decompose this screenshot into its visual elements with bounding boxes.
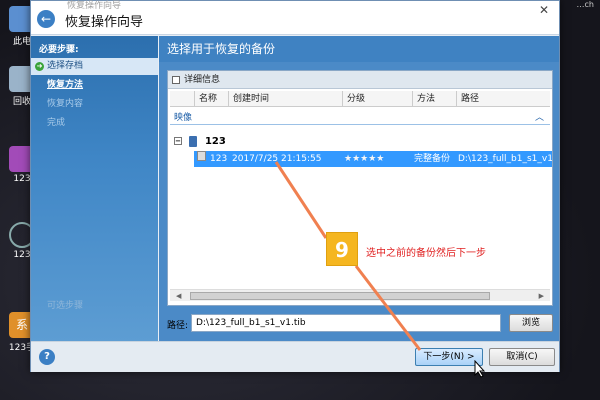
backup-name: 123 (210, 154, 228, 164)
path-label: 路径: (167, 321, 189, 331)
table-row[interactable]: 123 2017/7/25 21:15:55 ★★★★★ 完整备份 D:\123… (194, 151, 552, 167)
restore-wizard-window: 恢复操作向导 ← 恢复操作向导 ✕ 必要步骤: ➜ 选择存档 恢复方法 恢复内容… (30, 0, 560, 372)
wizard-sidebar: 必要步骤: ➜ 选择存档 恢复方法 恢复内容 完成 可选步骤 (31, 36, 158, 341)
annotation-text: 选中之前的备份然后下一步 (366, 248, 486, 259)
horizontal-scrollbar[interactable]: ◀ ▶ (170, 289, 550, 301)
sidebar-item-label: 完成 (47, 118, 66, 128)
column-header-time[interactable]: 创建时间 (228, 91, 340, 107)
window-title: 恢复操作向导 (65, 15, 144, 30)
mouse-cursor-icon (474, 360, 486, 378)
backup-method: 完整备份 (414, 154, 451, 164)
desktop-icon-label: 123 (13, 250, 31, 260)
next-button[interactable]: 下一步(N) > (415, 348, 483, 366)
desktop-corner-text: …ch (576, 0, 594, 9)
back-arrow-icon[interactable]: ← (37, 10, 55, 28)
column-header-rating[interactable]: 分级 (342, 91, 410, 107)
sidebar-item-label: 恢复内容 (47, 99, 84, 109)
desktop-icon-label: 回收 (12, 97, 31, 107)
sidebar-heading: 必要步骤: (39, 45, 79, 55)
page-title: 选择用于恢复的备份 (159, 36, 559, 62)
scroll-left-icon[interactable]: ◀ (176, 290, 181, 302)
title-bar: 恢复操作向导 ← 恢复操作向导 ✕ (31, 1, 559, 35)
backup-time: 2017/7/25 21:15:55 (232, 154, 322, 164)
backup-file-icon (197, 151, 206, 161)
tree-item-label: 123 (204, 136, 226, 147)
group-label: 映像 (174, 113, 193, 123)
panel-title: 详细信息 (184, 75, 221, 85)
close-icon[interactable]: ✕ (539, 3, 549, 17)
desktop-icon-label: 此电 (12, 37, 31, 47)
column-header-name[interactable]: 名称 (194, 91, 226, 107)
step-number-badge: 9 (326, 232, 358, 266)
arrow-right-icon: ➜ (35, 62, 44, 71)
optional-steps-label: 可选步骤 (47, 301, 84, 311)
sidebar-item-label: 选择存档 (47, 61, 84, 71)
browse-button[interactable]: 浏览 (509, 314, 553, 332)
sidebar-item-restore-content: 恢复内容 (31, 96, 158, 113)
ghost-title: 恢复操作向导 (67, 1, 122, 11)
collapse-minus-icon[interactable]: − (174, 137, 182, 145)
scroll-right-icon[interactable]: ▶ (539, 290, 544, 302)
main-content: 选择用于恢复的备份 详细信息 名称 创建时间 分级 方法 路径 映像 ︿ − 1… (159, 36, 559, 341)
sidebar-item-select-archive[interactable]: ➜ 选择存档 (31, 58, 158, 75)
path-row: 路径: D:\123_full_b1_s1_v1.tib 浏览 (167, 314, 553, 334)
details-panel: 详细信息 名称 创建时间 分级 方法 路径 映像 ︿ − 123 123 201… (167, 70, 553, 306)
column-header-path[interactable]: 路径 (456, 91, 550, 107)
group-row-image[interactable]: 映像 ︿ (170, 111, 550, 125)
panel-header: 详细信息 (168, 71, 552, 89)
disk-icon (189, 135, 198, 147)
backup-path: D:\123_full_b1_s1_v1.tib (458, 154, 552, 164)
column-headers: 名称 创建时间 分级 方法 路径 (170, 91, 550, 107)
desktop-icon-label: 123 (13, 174, 31, 184)
chevron-up-icon[interactable]: ︿ (535, 111, 544, 125)
path-input[interactable]: D:\123_full_b1_s1_v1.tib (191, 314, 501, 332)
help-icon[interactable]: ? (39, 349, 55, 365)
sidebar-item-restore-method[interactable]: 恢复方法 (31, 77, 158, 94)
column-header-method[interactable]: 方法 (412, 91, 454, 107)
backup-rating: ★★★★★ (344, 154, 385, 164)
sidebar-item-finish: 完成 (31, 115, 158, 132)
cancel-button[interactable]: 取消(C) (489, 348, 555, 366)
tree-item[interactable]: − 123 (174, 134, 226, 150)
collapse-icon[interactable] (172, 76, 180, 84)
scroll-thumb[interactable] (190, 292, 490, 300)
sidebar-item-label: 恢复方法 (47, 80, 84, 90)
